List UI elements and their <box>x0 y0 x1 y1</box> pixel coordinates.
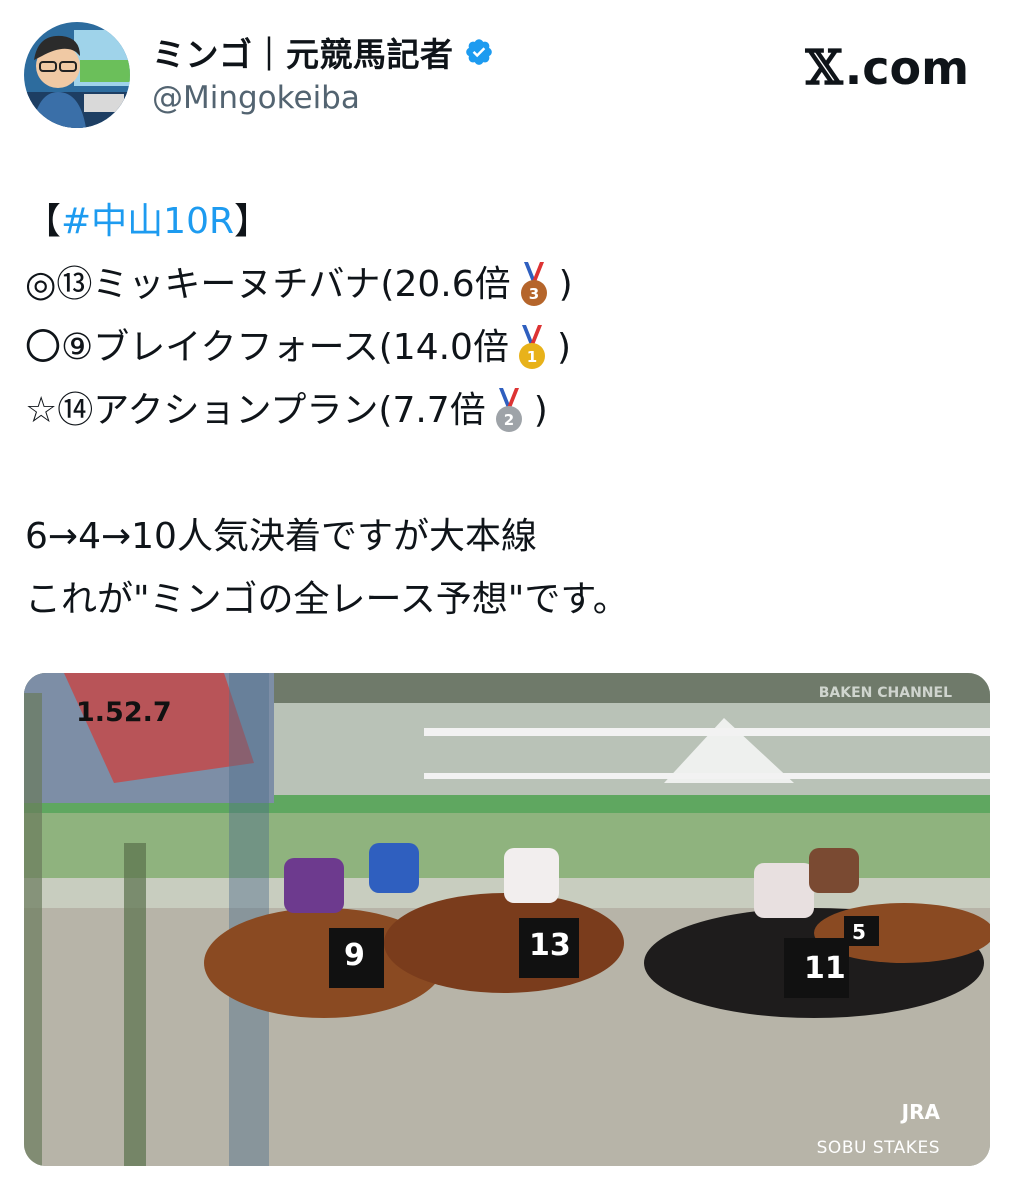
silver-medal-icon: 2 <box>495 387 522 432</box>
x-com-logo: 𝕏 .com <box>805 40 969 96</box>
summary-line: 6→4→10人気決着ですが大本線 <box>25 516 537 557</box>
hashtag-link[interactable]: #中山10R <box>61 190 234 253</box>
svg-text:11: 11 <box>804 951 846 986</box>
jra-logo: JRA <box>901 1100 940 1124</box>
svg-text:1: 1 <box>527 348 537 366</box>
race-scene-image: 9 13 11 5 <box>24 673 990 1166</box>
svg-text:2: 2 <box>503 411 513 429</box>
verified-badge-icon <box>465 39 492 65</box>
pick-close: ) <box>558 264 573 305</box>
display-name-row: ミンゴ｜元競馬記者 <box>152 30 494 74</box>
race-name-caption: SOBU STAKES <box>816 1138 940 1158</box>
tagline-line: これが"ミンゴの全レース予想"です。 <box>25 579 629 620</box>
bracket-close: 】 <box>234 201 271 242</box>
hashtag-line: 【#中山10R】 <box>25 190 985 253</box>
user-handle[interactable]: @Mingokeiba <box>152 80 360 116</box>
profile-avatar[interactable] <box>24 22 130 128</box>
svg-text:9: 9 <box>344 938 365 973</box>
pick-close: ) <box>533 390 548 431</box>
svg-text:3: 3 <box>528 285 538 303</box>
pick-text: 〇⑨ブレイクフォース(14.0倍 <box>25 327 509 368</box>
brand-suffix: .com <box>844 41 969 95</box>
race-timer: 1.52.7 <box>76 697 172 728</box>
display-name[interactable]: ミンゴ｜元競馬記者 <box>152 28 454 76</box>
race-photo[interactable]: 9 13 11 5 1.52.7 BAKEN CHANNEL JRA SOBU … <box>24 673 990 1166</box>
channel-logo: BAKEN CHANNEL <box>818 685 952 701</box>
tweet-text: 【#中山10R】 ◎⑬ミッキーヌチバナ(20.6倍 3 ) 〇⑨ブレイクフォース… <box>25 190 985 631</box>
bracket-open: 【 <box>25 201 62 242</box>
pick-line: ☆⑭アクションプラン(7.7倍 2 ) <box>25 379 985 442</box>
pick-close: ) <box>556 327 572 368</box>
pick-line: 〇⑨ブレイクフォース(14.0倍 1 ) <box>25 316 985 379</box>
svg-text:13: 13 <box>529 928 571 963</box>
x-logo-icon: 𝕏 <box>805 40 843 96</box>
pick-line: ◎⑬ミッキーヌチバナ(20.6倍 3 ) <box>25 253 985 316</box>
svg-text:5: 5 <box>852 920 866 944</box>
pick-text: ◎⑬ミッキーヌチバナ(20.6倍 <box>25 264 511 305</box>
bronze-medal-icon: 3 <box>520 261 547 306</box>
gold-medal-icon: 1 <box>518 324 545 369</box>
pick-text: ☆⑭アクションプラン(7.7倍 <box>25 390 486 431</box>
